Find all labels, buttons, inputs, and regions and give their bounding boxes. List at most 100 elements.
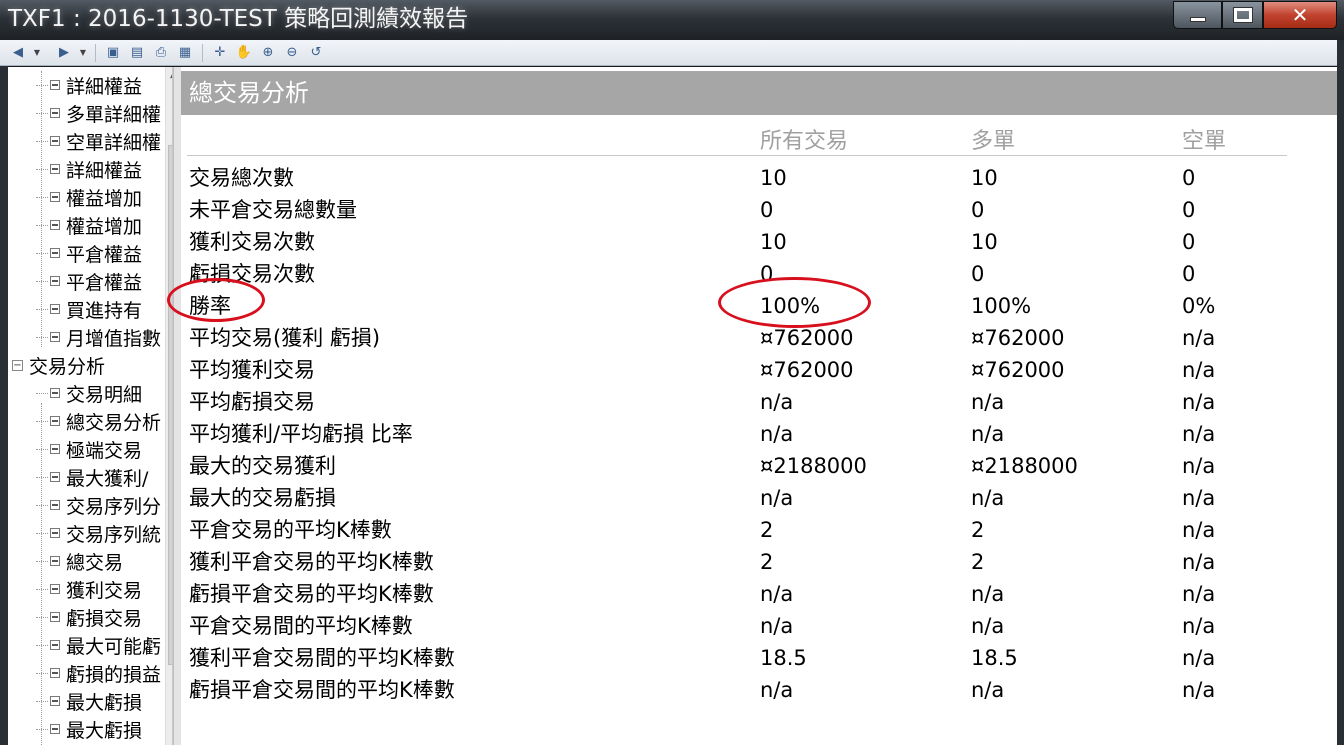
tree-item[interactable]: 交易明細	[36, 379, 142, 407]
report-page-icon	[50, 444, 60, 454]
report-page-icon	[50, 640, 60, 650]
tree-scrollbar[interactable]: ▲	[165, 67, 172, 745]
row-label: 平均獲利/平均虧損 比率	[189, 422, 413, 446]
tree-item-label: 虧損交易	[66, 607, 143, 630]
scroll-up-icon[interactable]: ▲	[166, 67, 172, 83]
tree-item[interactable]: 總交易分析	[36, 407, 161, 435]
cell-short: n/a	[1182, 646, 1216, 670]
table-row: 平均虧損交易 n/a n/a n/a	[181, 386, 1337, 418]
forward-icon[interactable]: ▶	[54, 43, 74, 63]
hand-icon[interactable]: ✋	[234, 43, 254, 63]
report-page-icon	[50, 584, 60, 594]
tree-item[interactable]: 虧損的損益	[36, 659, 161, 687]
tree-item[interactable]: 交易序列統	[36, 519, 161, 547]
close-button[interactable]: ✕	[1263, 1, 1337, 29]
table-row: 未平倉交易總數量 0 0 0	[181, 194, 1337, 226]
table-row: 平倉交易間的平均K棒數 n/a n/a n/a	[181, 610, 1337, 642]
tree-connector	[36, 112, 48, 114]
tree-item[interactable]: 平倉權益	[36, 239, 142, 267]
print-icon[interactable]: ⎙	[151, 43, 171, 63]
tree-item[interactable]: 獲利交易	[36, 575, 142, 603]
tree-item-label: 虧損的損益	[66, 663, 162, 686]
zoom-in-icon[interactable]: ⊕	[258, 43, 278, 63]
tree-item[interactable]: 最大獲利/	[36, 463, 148, 491]
cell-all-trades: 0	[760, 198, 774, 222]
collapse-icon[interactable]: −	[12, 359, 23, 371]
tree-item-label: 最大可能虧	[66, 635, 162, 658]
table-row: 最大的交易獲利 ¤2188000 ¤2188000 n/a	[181, 450, 1337, 482]
cell-all-trades: n/a	[760, 422, 794, 446]
row-label: 平均交易(獲利 虧損)	[189, 326, 381, 350]
crosshair-icon[interactable]: ✛	[210, 43, 230, 63]
table-row: 交易總次數 10 10 0	[181, 162, 1337, 194]
tree-item-label: 詳細權益	[66, 75, 143, 98]
grid-icon[interactable]: ▦	[175, 43, 195, 63]
zoom-out-icon[interactable]: ⊖	[282, 43, 302, 63]
report-page-icon	[50, 528, 60, 538]
tree-item[interactable]: 空單詳細權	[36, 127, 161, 155]
tree-item[interactable]: 交易序列分	[36, 491, 161, 519]
window-frame-right	[1337, 40, 1344, 745]
cell-all-trades: 2	[760, 518, 774, 542]
report-page-icon	[50, 136, 60, 146]
tree-item[interactable]: 最大虧損	[36, 715, 142, 743]
tree-connector	[36, 140, 48, 142]
maximize-button[interactable]	[1222, 1, 1263, 29]
tree-item-label: 平倉權益	[66, 271, 143, 294]
tree-item[interactable]: 總交易	[36, 547, 123, 575]
tree-connector	[36, 700, 48, 702]
column-header-long: 多單	[971, 129, 1016, 154]
table-row: 虧損平倉交易的平均K棒數 n/a n/a n/a	[181, 578, 1337, 610]
tree-item[interactable]: 平倉權益	[36, 267, 142, 295]
tree-item[interactable]: 月增值指數	[36, 323, 161, 351]
back-icon[interactable]: ◀	[8, 43, 28, 63]
tree-connector	[36, 308, 48, 310]
report-page-icon	[50, 724, 60, 734]
forward-dropdown-icon[interactable]: ▼	[78, 48, 88, 57]
cell-short: n/a	[1182, 358, 1216, 382]
tree-connector	[36, 448, 48, 450]
table-row: 獲利平倉交易的平均K棒數 2 2 n/a	[181, 546, 1337, 578]
cell-all-trades: n/a	[760, 582, 794, 606]
tree-item[interactable]: 權益增加	[36, 211, 142, 239]
window-title-bar[interactable]: TXF1 : 2016-1130-TEST 策略回測績效報告 ✕	[0, 0, 1344, 40]
reset-zoom-icon[interactable]: ↺	[306, 43, 326, 63]
tree-item-label: 最大虧損	[66, 691, 143, 714]
tree-item[interactable]: 極端交易	[36, 435, 142, 463]
tree-item[interactable]: 買進持有	[36, 295, 142, 323]
tree-item-label: 多單詳細權	[66, 103, 162, 126]
tree-item[interactable]: 多單詳細權	[36, 99, 161, 127]
minimize-button[interactable]	[1173, 1, 1222, 29]
cell-long: n/a	[971, 582, 1005, 606]
tree-item[interactable]: 詳細權益	[36, 71, 142, 99]
tree-item[interactable]: 詳細權益	[36, 155, 142, 183]
tree-item[interactable]: 最大虧損	[36, 687, 142, 715]
cell-long: 0	[971, 198, 985, 222]
cell-all-trades: n/a	[760, 486, 794, 510]
window-frame-left	[0, 40, 8, 745]
section-title: 總交易分析	[181, 71, 1337, 115]
cell-long: n/a	[971, 390, 1005, 414]
cell-all-trades: ¤2188000	[760, 454, 867, 478]
tree-item[interactable]: 最大可能虧	[36, 631, 161, 659]
table-row: 平均交易(獲利 虧損) ¤762000 ¤762000 n/a	[181, 322, 1337, 354]
tree-item-label: 最大虧損	[66, 719, 143, 742]
preview-icon[interactable]: ▤	[127, 43, 147, 63]
cell-short: n/a	[1182, 678, 1216, 702]
tree-folder[interactable]: − 交易分析	[12, 351, 105, 379]
tree-item[interactable]: 虧損交易	[36, 603, 142, 631]
tree-item-label: 交易明細	[66, 383, 143, 406]
row-label: 平均獲利交易	[189, 358, 315, 382]
tree-connector	[41, 403, 42, 745]
tree-connector	[36, 644, 48, 646]
report-page-icon	[50, 472, 60, 482]
panel-splitter[interactable]	[173, 67, 181, 745]
back-dropdown-icon[interactable]: ▼	[32, 48, 42, 57]
tree-item[interactable]: 權益增加	[36, 183, 142, 211]
table-row: 獲利交易次數 10 10 0	[181, 226, 1337, 258]
cell-long: ¤762000	[971, 358, 1065, 382]
column-header-all: 所有交易	[760, 129, 849, 154]
row-label: 平倉交易的平均K棒數	[189, 518, 392, 542]
report-tree[interactable]: ▲ 詳細權益多單詳細權空單詳細權詳細權益權益增加權益增加平倉權益平倉權益買進持有…	[8, 67, 173, 745]
save-icon[interactable]: ▣	[103, 43, 123, 63]
